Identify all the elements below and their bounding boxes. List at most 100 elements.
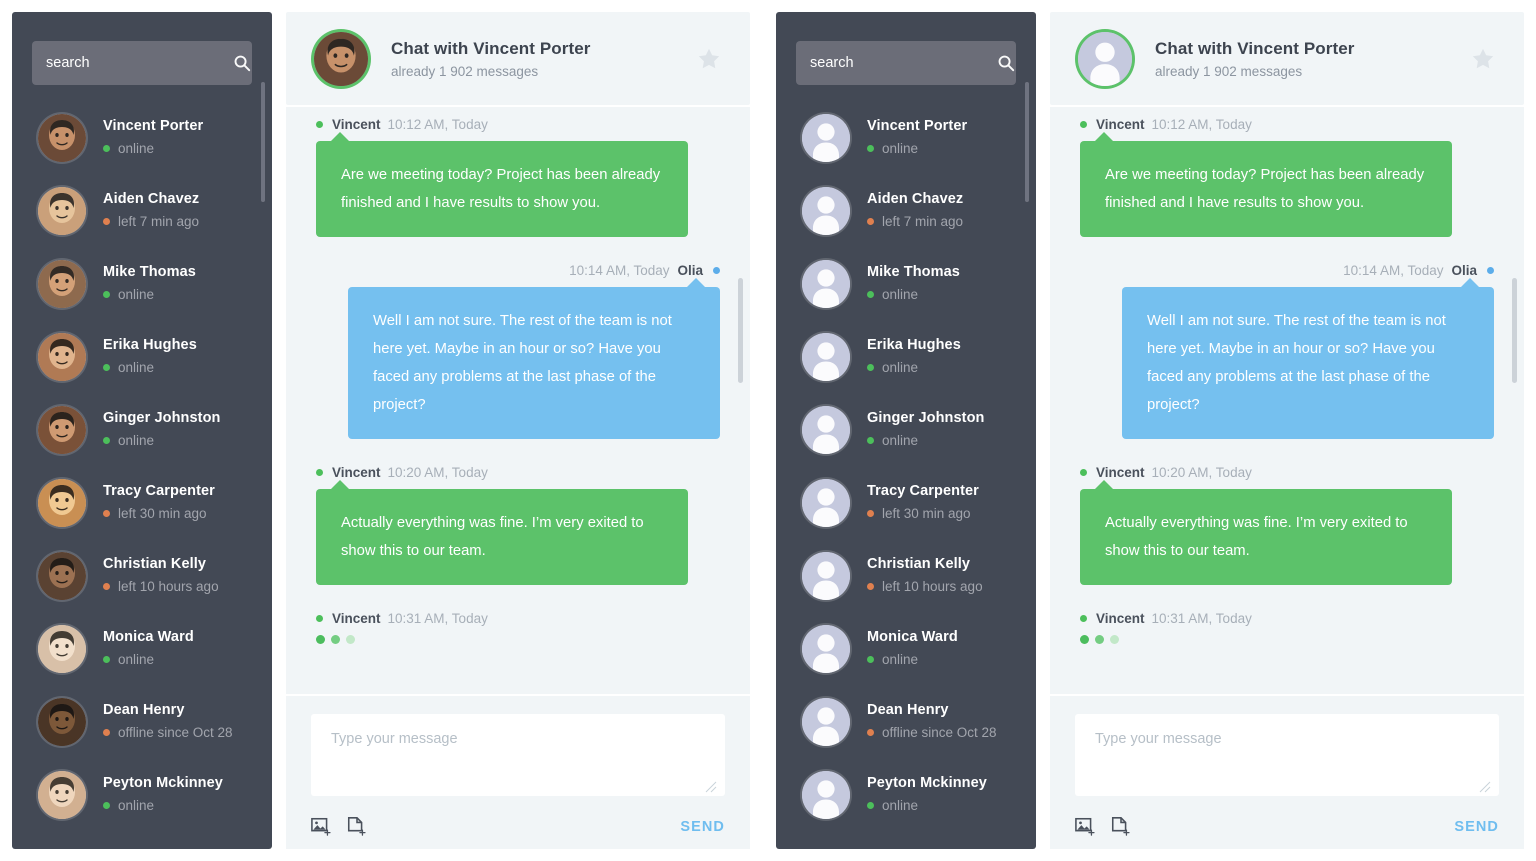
message-time: 10:31 AM, Today (387, 611, 488, 626)
status-dot-online (867, 656, 874, 664)
message-list: Vincent 10:12 AM, Today Are we meeting tod… (316, 107, 720, 646)
avatar (38, 259, 86, 308)
message: Vincent 10:31 AM, Today (1080, 587, 1494, 644)
search-icon[interactable] (997, 54, 1015, 72)
typing-indicator (1080, 635, 1494, 644)
contact-list-item[interactable]: Tracy Carpenter left 30 min ago (12, 466, 272, 539)
contact-list-item[interactable]: Christian Kelly left 10 hours ago (12, 539, 272, 612)
message-bubble: Actually everything was fine. I’m very e… (1080, 480, 1452, 585)
avatar (38, 551, 86, 600)
contact-list-item[interactable]: Tracy Carpenter left 30 min ago (776, 466, 1036, 539)
message-scroll-area[interactable]: Vincent 10:12 AM, Today Are we meeting tod… (286, 105, 750, 694)
contact-name: Erika Hughes (103, 336, 197, 353)
contact-list-item[interactable]: Ginger Johnston online (776, 393, 1036, 466)
avatar (802, 770, 850, 819)
sidebar-scrollbar-thumb[interactable] (1025, 82, 1029, 202)
contact-meta: Peyton Mckinney online (867, 775, 987, 813)
search-input[interactable] (810, 55, 997, 71)
send-button[interactable]: SEND (680, 819, 725, 835)
composer-actions: SEND (1075, 816, 1499, 838)
contact-list-item[interactable]: Monica Ward online (776, 612, 1036, 685)
contact-list-item[interactable]: Christian Kelly left 10 hours ago (776, 539, 1036, 612)
star-icon[interactable] (696, 46, 722, 72)
contact-list-item[interactable]: Erika Hughes online (12, 320, 272, 393)
add-image-icon[interactable] (311, 816, 333, 838)
add-file-icon[interactable] (1110, 816, 1132, 838)
avatar (802, 259, 850, 308)
message-scroll-area[interactable]: Vincent 10:12 AM, Today Are we meeting tod… (1050, 105, 1524, 694)
contact-list-item[interactable]: Peyton Mckinney online (776, 758, 1036, 831)
contact-meta: Monica Ward online (867, 629, 958, 667)
chat-scrollbar-thumb[interactable] (738, 278, 743, 383)
contact-status: online (867, 798, 987, 813)
avatar (38, 624, 86, 673)
message-bubble: Are we meeting today? Project has been a… (1080, 132, 1452, 237)
contact-list-item[interactable]: Mike Thomas online (12, 247, 272, 320)
add-file-icon[interactable] (346, 816, 368, 838)
send-button[interactable]: SEND (1454, 819, 1499, 835)
contact-name: Ginger Johnston (867, 409, 985, 426)
add-image-icon[interactable] (1075, 816, 1097, 838)
contact-status-label: online (118, 433, 155, 449)
status-dot-online (867, 145, 874, 153)
contact-meta: Erika Hughes online (867, 337, 961, 375)
avatar (802, 697, 850, 746)
contact-status: offline since Oct 28 (103, 725, 233, 740)
contact-status-label: left 7 min ago (882, 214, 964, 230)
message-author: Vincent (332, 117, 381, 132)
message-bubble: Are we meeting today? Project has been a… (316, 132, 688, 237)
message-author: Vincent (1096, 117, 1145, 132)
contact-meta: Dean Henry offline since Oct 28 (103, 702, 233, 740)
status-dot-online (867, 364, 874, 372)
avatar (802, 624, 850, 673)
message-meta: Vincent 10:31 AM, Today (316, 587, 720, 626)
status-dot (713, 267, 720, 274)
contact-list-item[interactable]: Vincent Porter online (12, 101, 272, 174)
contact-status-label: online (118, 287, 155, 303)
contact-list-item[interactable]: Dean Henry offline since Oct 28 (12, 685, 272, 758)
contact-list-item[interactable]: Peyton Mckinney online (12, 758, 272, 831)
contact-name: Aiden Chavez (867, 190, 964, 207)
contact-name: Mike Thomas (867, 263, 960, 280)
search-icon[interactable] (233, 54, 251, 72)
status-dot (1487, 267, 1494, 274)
contact-status: left 10 hours ago (103, 579, 219, 594)
contact-list-item[interactable]: Ginger Johnston online (12, 393, 272, 466)
contact-list-item[interactable]: Aiden Chavez left 7 min ago (776, 174, 1036, 247)
page-title: Chat with Vincent Porter (1155, 38, 1355, 58)
contact-status: online (867, 141, 967, 156)
contact-list-item[interactable]: Monica Ward online (12, 612, 272, 685)
contact-meta: Ginger Johnston online (867, 409, 985, 448)
contact-list-item[interactable]: Erika Hughes online (776, 320, 1036, 393)
sidebar-scrollbar-thumb[interactable] (261, 82, 265, 202)
chat-panel: Chat with Vincent Porter already 1 902 m… (286, 12, 750, 849)
contact-name: Tracy Carpenter (867, 482, 979, 499)
contact-status: left 30 min ago (867, 506, 979, 521)
status-dot-online (103, 656, 110, 664)
search-input[interactable] (46, 55, 233, 71)
message-bubble: Actually everything was fine. I’m very e… (316, 480, 688, 585)
search-box[interactable] (796, 41, 1016, 85)
contacts-sidebar: Vincent Porter online Aiden Chavez left 7 m… (776, 12, 1036, 849)
message-input[interactable] (311, 714, 725, 796)
contact-meta: Erika Hughes online (103, 336, 197, 376)
contact-meta: Christian Kelly left 10 hours ago (867, 556, 983, 595)
message-meta: Vincent 10:31 AM, Today (1080, 587, 1494, 626)
contact-list-item[interactable]: Dean Henry offline since Oct 28 (776, 685, 1036, 758)
star-icon[interactable] (1470, 46, 1496, 72)
search-box[interactable] (32, 41, 252, 85)
contact-status-label: left 10 hours ago (882, 579, 983, 595)
status-dot (316, 469, 323, 476)
avatar (38, 186, 86, 235)
chat-scrollbar-thumb[interactable] (1512, 278, 1517, 383)
message: Vincent 10:20 AM, Today Actually everythin… (1080, 441, 1494, 585)
message-input[interactable] (1075, 714, 1499, 796)
status-dot-online (867, 291, 874, 299)
contact-list-item[interactable]: Mike Thomas online (776, 247, 1036, 320)
contact-status-label: online (118, 360, 155, 376)
avatar (802, 113, 850, 162)
contact-list-item[interactable]: Aiden Chavez left 7 min ago (12, 174, 272, 247)
contact-meta: Mike Thomas online (867, 263, 960, 302)
contact-list-item[interactable]: Vincent Porter online (776, 101, 1036, 174)
avatar (802, 332, 850, 381)
